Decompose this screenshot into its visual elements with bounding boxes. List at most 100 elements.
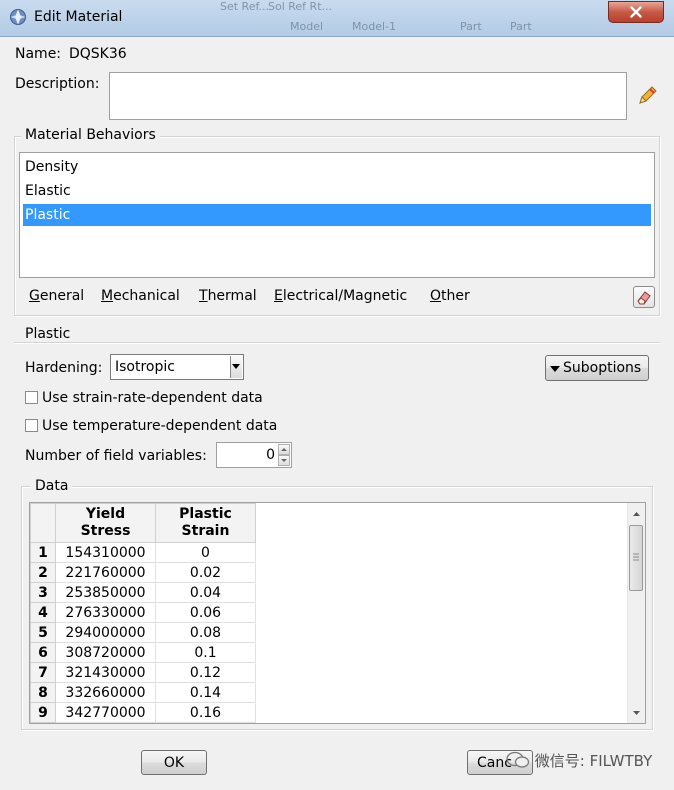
row-number[interactable]: 9 xyxy=(30,702,56,723)
menu-other-mnemonic: O xyxy=(430,288,442,304)
window-title: Edit Material xyxy=(34,9,123,25)
temperature-label: Use temperature-dependent data xyxy=(42,418,278,434)
plastic-strain-cell[interactable]: 0.14 xyxy=(155,682,256,703)
title-bar: Set Ref... Sol Ref Rt... Model Model-1 P… xyxy=(0,0,674,37)
yield-stress-cell[interactable]: 294000000 xyxy=(55,622,156,643)
vertical-scrollbar[interactable] xyxy=(627,503,645,723)
background-text-1: Set Ref... xyxy=(220,0,270,13)
field-variables-spinner[interactable]: 0 xyxy=(216,442,292,468)
field-variables-value: 0 xyxy=(266,447,275,463)
watermark: 微信号: FILWTBY xyxy=(506,750,652,771)
suboptions-button[interactable]: Suboptions xyxy=(545,355,649,381)
scroll-down-icon[interactable] xyxy=(629,705,644,720)
dialog-body: Name: DQSK36 Description: Material Behav… xyxy=(8,37,666,782)
row-number[interactable]: 8 xyxy=(30,682,56,703)
name-label: Name: xyxy=(15,46,62,62)
close-icon xyxy=(630,6,642,18)
row-number[interactable]: 1 xyxy=(30,542,56,563)
description-field[interactable] xyxy=(109,72,627,120)
table-row: 5 294000000 0.08 xyxy=(30,622,256,643)
column-header-yield-stress[interactable]: Yield Stress xyxy=(55,503,156,543)
table-row: 7 321430000 0.12 xyxy=(30,662,256,683)
background-text-2: Sol Ref Rt... xyxy=(268,0,332,13)
table-row: 6 308720000 0.1 xyxy=(30,642,256,663)
menu-mechanical-label: echanical xyxy=(113,288,180,304)
menu-thermal-mnemonic: T xyxy=(199,288,208,304)
menu-electrical-magnetic[interactable]: Electrical/Magnetic xyxy=(274,288,407,304)
background-text-6: Part xyxy=(510,20,532,33)
background-text-4: Model-1 xyxy=(352,20,396,33)
yield-stress-cell[interactable]: 342770000 xyxy=(55,702,156,723)
plastic-strain-cell[interactable]: 0.06 xyxy=(155,602,256,623)
row-number[interactable]: 2 xyxy=(30,562,56,583)
column-header-plastic-strain[interactable]: Plastic Strain xyxy=(155,503,256,543)
suboptions-label: Suboptions xyxy=(563,360,642,376)
plastic-strain-cell[interactable]: 0.02 xyxy=(155,562,256,583)
table-row: 4 276330000 0.06 xyxy=(30,602,256,623)
app-icon xyxy=(9,8,27,26)
yield-stress-cell[interactable]: 321430000 xyxy=(55,662,156,683)
corner-header xyxy=(30,503,56,543)
row-number[interactable]: 5 xyxy=(30,622,56,643)
row-number[interactable]: 6 xyxy=(30,642,56,663)
yield-header-line2: Stress xyxy=(80,523,131,539)
row-number[interactable]: 3 xyxy=(30,582,56,603)
plastic-strain-cell[interactable]: 0.12 xyxy=(155,662,256,683)
menu-thermal[interactable]: Thermal xyxy=(199,288,257,304)
wechat-icon xyxy=(506,751,530,768)
table-row: 1 154310000 0 xyxy=(30,542,256,563)
menu-general-mnemonic: G xyxy=(29,288,40,304)
plastic-strain-cell[interactable]: 0.08 xyxy=(155,622,256,643)
field-variables-label: Number of field variables: xyxy=(25,448,207,464)
hardening-select[interactable]: Isotropic xyxy=(110,354,244,380)
plastic-strain-cell[interactable]: 0.16 xyxy=(155,702,256,723)
row-number[interactable]: 7 xyxy=(30,662,56,683)
strain-header-line1: Plastic xyxy=(179,506,232,522)
material-name: DQSK36 xyxy=(69,46,127,62)
eraser-icon xyxy=(637,291,651,305)
chevron-down-icon[interactable] xyxy=(230,356,242,378)
plastic-divider xyxy=(14,342,660,344)
row-number[interactable]: 4 xyxy=(30,602,56,623)
yield-stress-cell[interactable]: 253850000 xyxy=(55,582,156,603)
behavior-item-plastic[interactable]: Plastic xyxy=(23,204,651,226)
yield-stress-cell[interactable]: 221760000 xyxy=(55,562,156,583)
scrollbar-thumb[interactable] xyxy=(629,525,643,591)
plastic-strain-cell[interactable]: 0 xyxy=(155,542,256,563)
data-title: Data xyxy=(31,478,73,494)
plastic-strain-cell[interactable]: 0.1 xyxy=(155,642,256,663)
plastic-strain-cell[interactable]: 0.04 xyxy=(155,582,256,603)
scroll-up-icon[interactable] xyxy=(629,507,644,522)
hardening-value: Isotropic xyxy=(115,359,175,375)
menu-mechanical-mnemonic: M xyxy=(101,288,114,304)
strain-rate-checkbox[interactable] xyxy=(25,391,38,404)
plastic-section-title: Plastic xyxy=(21,326,75,342)
table-row: 8 332660000 0.14 xyxy=(30,682,256,703)
ok-button[interactable]: OK xyxy=(141,750,207,775)
edit-description-icon[interactable] xyxy=(636,85,658,107)
delete-behavior-button[interactable] xyxy=(633,286,655,308)
menu-electrical-mnemonic: E xyxy=(274,288,283,304)
menu-mechanical[interactable]: Mechanical xyxy=(101,288,180,304)
material-behaviors-title: Material Behaviors xyxy=(21,127,160,143)
spin-down-icon[interactable] xyxy=(278,455,290,466)
spin-up-icon[interactable] xyxy=(278,444,290,455)
behavior-item-elastic[interactable]: Elastic xyxy=(23,180,651,202)
behaviors-list: Density Elastic Plastic xyxy=(19,152,655,278)
temperature-checkbox[interactable] xyxy=(25,419,38,432)
menu-general[interactable]: General xyxy=(29,288,84,304)
table-row: 3 253850000 0.04 xyxy=(30,582,256,603)
close-button[interactable] xyxy=(608,1,664,23)
watermark-text: 微信号: FILWTBY xyxy=(534,752,653,770)
behavior-item-density[interactable]: Density xyxy=(23,156,651,178)
strain-header-line2: Strain xyxy=(181,523,230,539)
menu-general-label: eneral xyxy=(39,288,85,304)
yield-stress-cell[interactable]: 276330000 xyxy=(55,602,156,623)
yield-stress-cell[interactable]: 154310000 xyxy=(55,542,156,563)
yield-stress-cell[interactable]: 308720000 xyxy=(55,642,156,663)
yield-stress-cell[interactable]: 332660000 xyxy=(55,682,156,703)
description-label: Description: xyxy=(15,76,100,92)
background-text-5: Part xyxy=(460,20,482,33)
menu-other[interactable]: Other xyxy=(430,288,470,304)
data-table: Yield Stress Plastic Strain 1 154310000 0 2 22… xyxy=(29,502,646,724)
